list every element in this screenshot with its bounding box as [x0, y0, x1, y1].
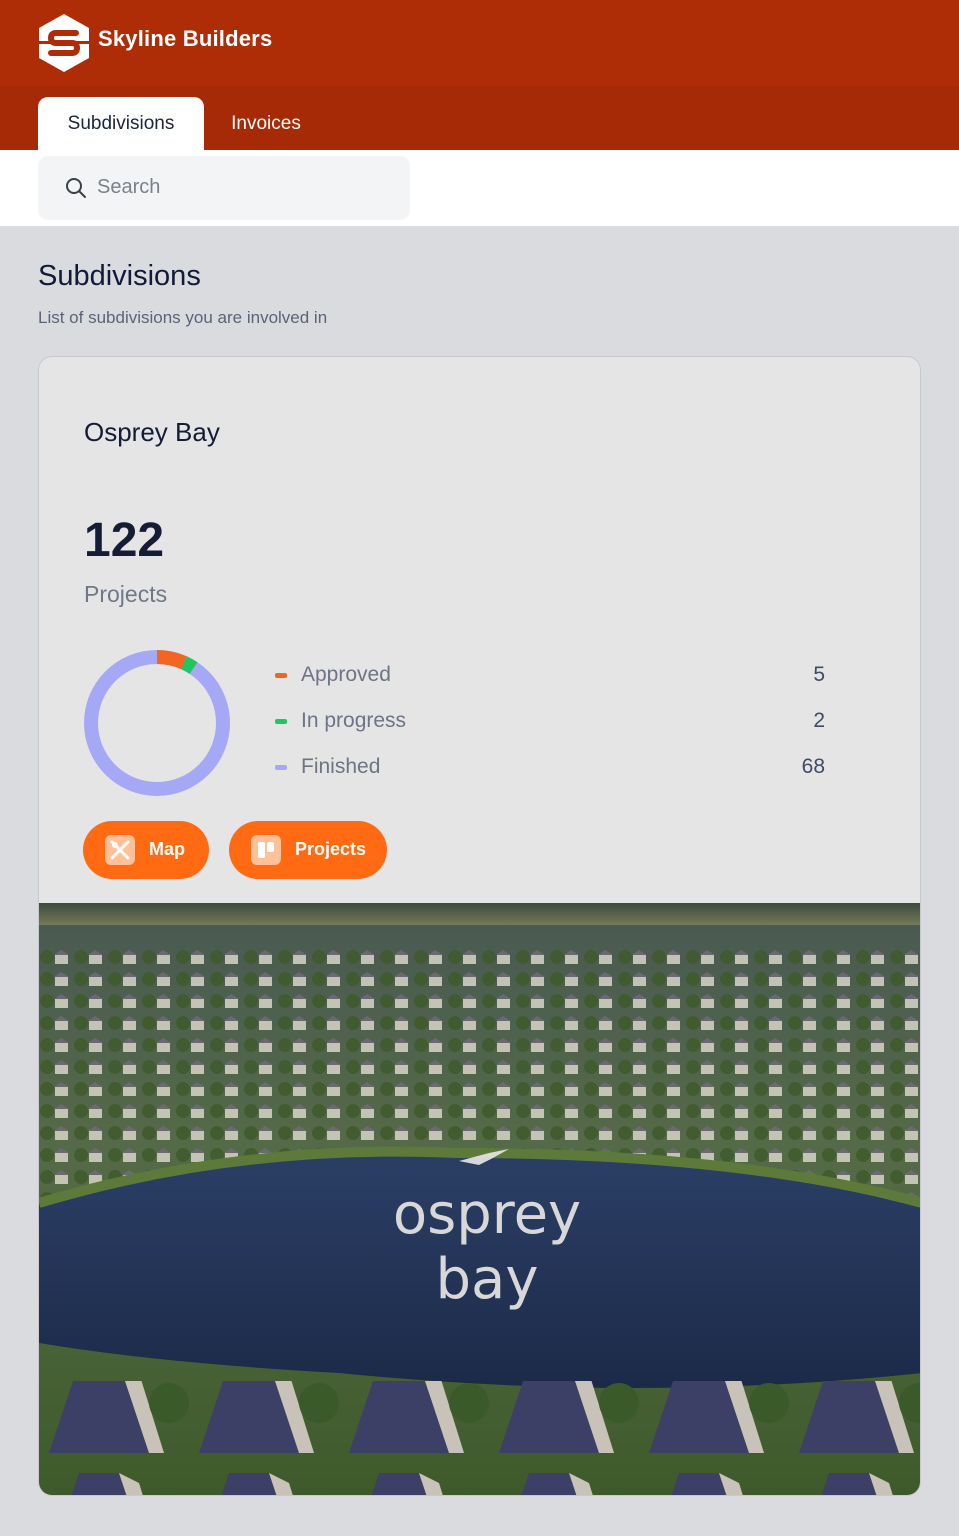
legend-label: In progress — [301, 709, 407, 732]
legend-row-approved: Approved 5 — [275, 661, 825, 691]
image-text-line1: osprey — [393, 1182, 581, 1247]
finished-marker — [275, 765, 287, 770]
project-count-label: Projects — [84, 581, 168, 607]
map-tools-icon — [105, 835, 135, 865]
legend-row-finished: Finished 68 — [275, 753, 825, 783]
map-button[interactable]: Map — [83, 821, 209, 879]
search-placeholder: Search — [97, 176, 161, 198]
legend-value: 68 — [801, 755, 825, 778]
kanban-board-icon — [251, 835, 281, 865]
tab-invoices[interactable]: Invoices — [210, 97, 322, 150]
tab-subdivisions[interactable]: Subdivisions — [38, 97, 204, 150]
page-title: Subdivisions — [38, 260, 201, 292]
search-icon — [66, 178, 86, 198]
legend-label: Finished — [301, 755, 381, 778]
project-count: 122 — [84, 514, 165, 567]
image-text-line2: bay — [435, 1247, 538, 1312]
legend-row-in-progress: In progress 2 — [275, 707, 825, 737]
map-button-label: Map — [149, 839, 185, 859]
page-subtitle: List of subdivisions you are involved in — [38, 308, 328, 327]
brand-name: Skyline Builders — [98, 26, 273, 51]
legend-label: Approved — [301, 663, 391, 686]
subdivision-aerial-image: osprey bay — [39, 903, 920, 1495]
subdivision-card[interactable]: Osprey Bay 122 Projects Approved 5 In pr… — [38, 356, 921, 1496]
projects-button-label: Projects — [295, 839, 367, 859]
search-input[interactable]: Search — [38, 156, 410, 220]
subdivision-name: Osprey Bay — [84, 417, 220, 447]
hexagon-s-logo-icon[interactable] — [36, 12, 92, 74]
legend-value: 5 — [813, 663, 825, 686]
status-donut-chart — [84, 650, 230, 796]
legend-value: 2 — [813, 709, 825, 732]
projects-button[interactable]: Projects — [229, 821, 387, 879]
approved-marker — [275, 673, 287, 678]
in-progress-marker — [275, 719, 287, 724]
